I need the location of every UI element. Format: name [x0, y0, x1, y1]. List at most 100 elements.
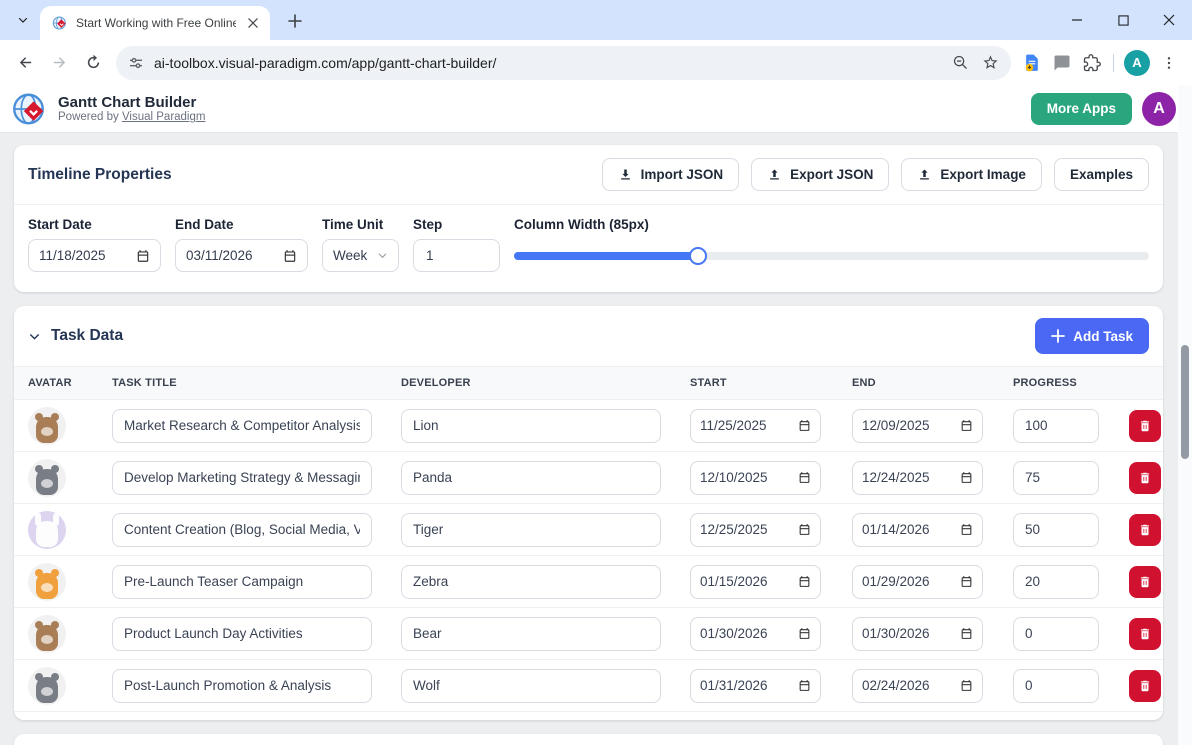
time-unit-label: Time Unit	[322, 217, 399, 232]
export-json-button[interactable]: Export JSON	[751, 158, 889, 191]
more-apps-button[interactable]: More Apps	[1031, 93, 1132, 125]
tab-title: Start Working with Free Online	[76, 16, 236, 30]
timeline-properties-title: Timeline Properties	[28, 166, 172, 184]
task-title-input[interactable]	[112, 461, 372, 495]
developer-input[interactable]	[401, 409, 661, 443]
minimize-icon	[1071, 14, 1083, 26]
export-image-button[interactable]: Export Image	[901, 158, 1042, 191]
bear-avatar-icon	[36, 417, 58, 443]
upload-icon	[917, 167, 932, 182]
task-data-collapse-toggle[interactable]: Task Data	[28, 327, 123, 345]
delete-task-button[interactable]	[1129, 462, 1161, 494]
task-row: 01/31/2026 02/24/2026	[14, 660, 1163, 712]
step-input[interactable]	[413, 239, 500, 272]
task-end-date-input[interactable]: 02/24/2026	[852, 669, 983, 703]
slider-track[interactable]	[514, 252, 1149, 260]
start-date-input[interactable]: 11/18/2025	[28, 239, 161, 272]
task-data-title: Task Data	[51, 327, 123, 345]
page-scrollbar[interactable]	[1178, 85, 1192, 745]
task-end-date-input[interactable]: 01/29/2026	[852, 565, 983, 599]
chevron-down-icon	[17, 14, 29, 26]
tab-search-button[interactable]	[10, 7, 36, 33]
zoom-out-button[interactable]	[945, 49, 975, 77]
reload-button[interactable]	[76, 46, 110, 80]
window-minimize-button[interactable]	[1054, 0, 1100, 40]
task-start-date-input[interactable]: 11/25/2025	[690, 409, 821, 443]
delete-task-button[interactable]	[1129, 618, 1161, 650]
task-start-date-input[interactable]: 12/25/2025	[690, 513, 821, 547]
calendar-icon	[283, 249, 297, 263]
column-width-label: Column Width (85px)	[514, 217, 1149, 232]
page-content: Timeline Properties Import JSON Export J…	[0, 133, 1192, 745]
column-width-slider[interactable]	[514, 239, 1149, 272]
user-avatar[interactable]: A	[1142, 92, 1176, 126]
import-json-button[interactable]: Import JSON	[602, 158, 740, 191]
task-end-date-input[interactable]: 12/24/2025	[852, 461, 983, 495]
task-end-date-input[interactable]: 01/14/2026	[852, 513, 983, 547]
time-unit-select[interactable]: Week	[322, 239, 399, 272]
column-header-developer: DEVELOPER	[387, 377, 676, 389]
task-start-date-input[interactable]: 12/10/2025	[690, 461, 821, 495]
new-tab-button[interactable]	[282, 8, 308, 34]
calendar-icon	[136, 249, 150, 263]
powered-by: Powered by Visual Paradigm	[58, 111, 205, 123]
tab-close-button[interactable]	[244, 14, 262, 32]
developer-input[interactable]	[401, 565, 661, 599]
visual-paradigm-link[interactable]: Visual Paradigm	[122, 111, 206, 123]
developer-input[interactable]	[401, 513, 661, 547]
slider-fill-and-thumb[interactable]	[514, 252, 698, 260]
developer-input[interactable]	[401, 617, 661, 651]
task-start-date-input[interactable]: 01/15/2026	[690, 565, 821, 599]
developer-input[interactable]	[401, 461, 661, 495]
browser-tab[interactable]: Start Working with Free Online	[40, 6, 270, 40]
forward-button[interactable]	[42, 46, 76, 80]
task-title-input[interactable]	[112, 513, 372, 547]
progress-input[interactable]	[1013, 513, 1099, 547]
calendar-icon	[798, 523, 811, 536]
browser-toolbar: ai-toolbox.visual-paradigm.com/app/gantt…	[0, 40, 1192, 85]
task-row: 01/15/2026 01/29/2026	[14, 556, 1163, 608]
browser-menu-button[interactable]	[1154, 48, 1184, 78]
task-start-date-input[interactable]: 01/30/2026	[690, 617, 821, 651]
window-controls	[1054, 0, 1192, 40]
task-end-date-input[interactable]: 01/30/2026	[852, 617, 983, 651]
delete-task-button[interactable]	[1129, 566, 1161, 598]
task-end-date-input[interactable]: 12/09/2025	[852, 409, 983, 443]
window-maximize-button[interactable]	[1100, 0, 1146, 40]
delete-task-button[interactable]	[1129, 514, 1161, 546]
delete-task-button[interactable]	[1129, 670, 1161, 702]
progress-input[interactable]	[1013, 461, 1099, 495]
progress-input[interactable]	[1013, 617, 1099, 651]
developer-input[interactable]	[401, 669, 661, 703]
task-title-input[interactable]	[112, 409, 372, 443]
end-date-input[interactable]: 03/11/2026	[175, 239, 308, 272]
task-title-input[interactable]	[112, 617, 372, 651]
forward-arrow-icon	[51, 54, 68, 71]
column-header-progress: PROGRESS	[999, 377, 1115, 389]
column-header-end: END	[838, 377, 999, 389]
step-label: Step	[413, 217, 500, 232]
task-title-input[interactable]	[112, 565, 372, 599]
window-close-button[interactable]	[1146, 0, 1192, 40]
task-avatar	[28, 407, 66, 445]
docs-offline-extension-button[interactable]	[1017, 48, 1047, 78]
visual-paradigm-logo	[12, 91, 48, 127]
extensions-button[interactable]	[1077, 48, 1107, 78]
three-dot-menu-icon	[1161, 55, 1177, 71]
examples-button[interactable]: Examples	[1054, 158, 1149, 191]
browser-profile-avatar[interactable]: A	[1124, 50, 1150, 76]
progress-input[interactable]	[1013, 565, 1099, 599]
bookmark-button[interactable]	[975, 49, 1005, 77]
chat-extension-button[interactable]	[1047, 48, 1077, 78]
scrollbar-thumb[interactable]	[1181, 345, 1189, 459]
task-row: 12/10/2025 12/24/2025	[14, 452, 1163, 504]
progress-input[interactable]	[1013, 669, 1099, 703]
task-start-date-input[interactable]: 01/31/2026	[690, 669, 821, 703]
address-bar[interactable]: ai-toolbox.visual-paradigm.com/app/gantt…	[116, 46, 1011, 80]
add-task-button[interactable]: Add Task	[1035, 318, 1149, 354]
back-button[interactable]	[8, 46, 42, 80]
delete-task-button[interactable]	[1129, 410, 1161, 442]
task-title-input[interactable]	[112, 669, 372, 703]
progress-input[interactable]	[1013, 409, 1099, 443]
cat-avatar-icon	[36, 573, 58, 599]
